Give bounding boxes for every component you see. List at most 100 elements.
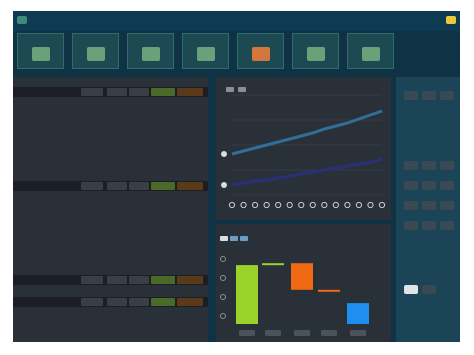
table-row[interactable] — [13, 162, 208, 171]
table-cell — [109, 118, 131, 125]
table-cell — [109, 239, 131, 246]
table-cell — [83, 118, 105, 125]
header-cell[interactable] — [179, 89, 201, 95]
table-cell — [153, 127, 175, 134]
badge-icon[interactable] — [446, 16, 456, 24]
axis-marker-2 — [221, 182, 227, 188]
table-cell — [153, 230, 175, 237]
header-cell[interactable] — [83, 89, 101, 95]
table-cell — [153, 145, 175, 152]
bar-4 — [318, 289, 340, 292]
control-button[interactable] — [422, 285, 436, 294]
control-button[interactable] — [440, 91, 454, 100]
table-cell — [181, 248, 203, 255]
section-title — [13, 265, 208, 275]
x-tick — [263, 201, 270, 209]
control-button[interactable] — [422, 91, 436, 100]
control-button[interactable] — [440, 181, 454, 190]
table-cell — [109, 145, 131, 152]
table-cell — [181, 239, 203, 246]
header-cell[interactable] — [109, 277, 125, 283]
header-cell[interactable] — [153, 89, 173, 95]
table-row[interactable] — [13, 126, 208, 135]
category-label — [350, 330, 366, 336]
table-cell — [131, 257, 153, 264]
control-button[interactable] — [404, 161, 418, 170]
table-cell — [181, 230, 203, 237]
control-button[interactable] — [422, 161, 436, 170]
header-cell[interactable] — [131, 89, 147, 95]
legend-chip-3 — [240, 236, 248, 241]
tile-button-5[interactable] — [237, 33, 284, 69]
table-cell — [181, 145, 203, 152]
table-cell — [109, 163, 131, 170]
control-button[interactable] — [404, 285, 418, 294]
table-cell — [83, 248, 105, 255]
header-cell[interactable] — [83, 183, 101, 189]
table-row[interactable] — [13, 117, 208, 126]
control-button[interactable] — [404, 181, 418, 190]
header-cell[interactable] — [83, 299, 101, 305]
tile-button-1[interactable] — [17, 33, 64, 69]
table-cell — [131, 221, 153, 228]
table-row[interactable] — [13, 211, 208, 220]
header-cell[interactable] — [153, 183, 173, 189]
table-row[interactable] — [13, 135, 208, 144]
tile-button-2[interactable] — [72, 33, 119, 69]
table-row[interactable] — [13, 202, 208, 211]
table-row[interactable] — [13, 220, 208, 229]
control-button[interactable] — [422, 221, 436, 230]
bar-chart-panel — [216, 224, 391, 342]
table-cell — [83, 212, 105, 219]
table-row[interactable] — [13, 144, 208, 153]
table-row[interactable] — [13, 238, 208, 247]
table-row[interactable] — [13, 229, 208, 238]
tile-button-4[interactable] — [182, 33, 229, 69]
control-button[interactable] — [404, 91, 418, 100]
header-cell[interactable] — [153, 299, 173, 305]
control-button[interactable] — [440, 161, 454, 170]
control-button[interactable] — [404, 201, 418, 210]
table-header — [13, 181, 208, 191]
table-cell — [181, 118, 203, 125]
y-tick — [220, 256, 226, 262]
header-cell[interactable] — [131, 299, 147, 305]
table-cell — [131, 230, 153, 237]
table-cell — [109, 212, 131, 219]
header-cell[interactable] — [153, 277, 173, 283]
header-cell[interactable] — [179, 299, 201, 305]
table-row[interactable] — [13, 99, 208, 108]
tile-button-6[interactable] — [292, 33, 339, 69]
table-row[interactable] — [13, 247, 208, 256]
table-row[interactable] — [13, 153, 208, 162]
header-cell[interactable] — [131, 183, 147, 189]
legend-chip-2 — [230, 236, 238, 241]
control-button[interactable] — [440, 221, 454, 230]
header-cell[interactable] — [179, 277, 201, 283]
table-cell — [109, 248, 131, 255]
header-cell[interactable] — [109, 183, 125, 189]
table-row[interactable] — [13, 256, 208, 265]
table-cell — [153, 248, 175, 255]
table-cell — [181, 154, 203, 161]
table-row[interactable] — [13, 193, 208, 202]
x-tick — [367, 201, 374, 209]
control-button[interactable] — [440, 201, 454, 210]
table-row[interactable] — [13, 108, 208, 117]
table-cell — [83, 136, 105, 143]
header-cell[interactable] — [131, 277, 147, 283]
tile-button-3[interactable] — [127, 33, 174, 69]
control-button[interactable] — [422, 201, 436, 210]
header-cell[interactable] — [83, 277, 101, 283]
tile-button-7[interactable] — [347, 33, 394, 69]
control-button[interactable] — [404, 221, 418, 230]
x-tick — [251, 201, 259, 209]
tile-icon — [306, 47, 325, 61]
app-logo-icon[interactable] — [17, 16, 27, 24]
header-cell[interactable] — [109, 299, 125, 305]
table-cell — [131, 239, 153, 246]
control-button[interactable] — [422, 181, 436, 190]
title-bar — [13, 11, 460, 31]
header-cell[interactable] — [179, 183, 201, 189]
header-cell[interactable] — [109, 89, 125, 95]
